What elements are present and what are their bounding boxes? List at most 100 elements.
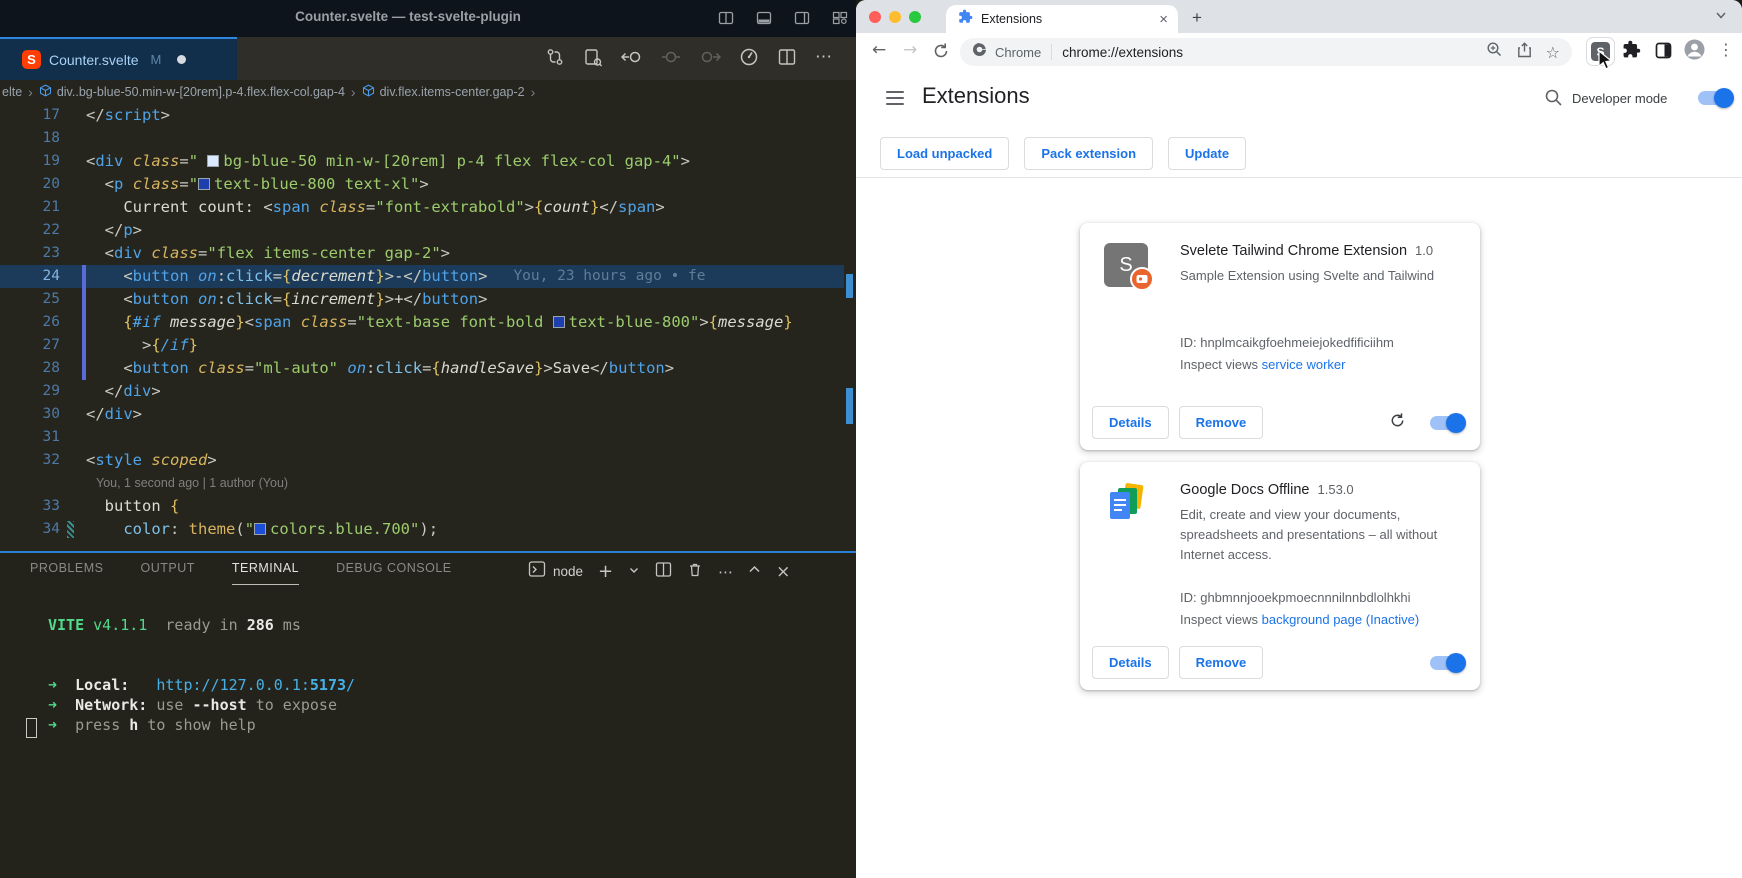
zoom-icon[interactable] (1486, 41, 1503, 63)
svelte-extension-icon: S (1104, 243, 1148, 287)
line-number: 29 (0, 380, 60, 403)
new-terminal-icon[interactable]: + (598, 561, 613, 582)
developer-mode-toggle[interactable] (1698, 91, 1732, 105)
line-number: 17 (0, 104, 60, 127)
split-editor-icon[interactable] (777, 47, 797, 67)
line-number: 25 (0, 288, 60, 311)
code-line[interactable]: 30</div> (0, 403, 844, 426)
search-icon[interactable] (1544, 88, 1563, 112)
load-unpacked-button[interactable]: Load unpacked (880, 137, 1009, 170)
layout-columns-icon[interactable] (718, 10, 734, 26)
split-terminal-icon[interactable] (655, 561, 672, 583)
chrome-menu-icon[interactable]: ⋮ (1718, 40, 1734, 59)
line-number: 27 (0, 334, 60, 357)
panel-tab-output[interactable]: OUTPUT (140, 561, 194, 585)
code-line[interactable]: 31 (0, 426, 844, 449)
open-changes-icon[interactable] (583, 47, 603, 67)
background-page-link[interactable]: background page (Inactive) (1262, 612, 1420, 627)
remove-button[interactable]: Remove (1179, 406, 1264, 439)
shell-label[interactable]: node (553, 564, 583, 579)
code-line[interactable]: 20 <p class="text-blue-800 text-xl"> (0, 173, 844, 196)
update-button[interactable]: Update (1168, 137, 1246, 170)
code-line[interactable]: 27 >{/if} (0, 334, 844, 357)
extensions-puzzle-icon[interactable] (1622, 40, 1641, 64)
close-panel-icon[interactable]: × (776, 562, 790, 582)
code-line[interactable]: 19<div class=" bg-blue-50 min-w-[20rem] … (0, 150, 844, 173)
back-icon[interactable]: ← (872, 40, 886, 60)
reload-extension-icon[interactable] (1389, 412, 1406, 434)
layout-sidebar-right-icon[interactable] (794, 10, 810, 26)
tab-counter-svelte[interactable]: S Counter.svelte M (0, 37, 237, 80)
new-tab-button[interactable]: + (1192, 8, 1202, 28)
breadcrumb[interactable]: elte › div..bg-blue-50.min-w-[20rem].p-4.f… (0, 80, 856, 104)
extension-enabled-toggle[interactable] (1430, 416, 1464, 430)
close-window-button[interactable] (869, 11, 881, 23)
breadcrumb-separator: › (28, 84, 33, 100)
pack-extension-button[interactable]: Pack extension (1024, 137, 1153, 170)
code-line[interactable]: 23 <div class="flex items-center gap-2"> (0, 242, 844, 265)
details-button[interactable]: Details (1092, 646, 1169, 679)
terminal-line: ➜ Network: use --host to expose (48, 695, 856, 715)
code-line[interactable]: 25 <button on:click={increment}>+</butto… (0, 288, 844, 311)
tab-close-icon[interactable]: × (1159, 12, 1168, 27)
kill-terminal-icon[interactable] (687, 561, 703, 583)
page-title: Extensions (922, 83, 1030, 109)
git-compare-icon[interactable] (545, 47, 565, 67)
terminal-dropdown-icon[interactable] (628, 563, 640, 581)
code-line[interactable]: 18 (0, 127, 844, 150)
profile-avatar[interactable] (1684, 39, 1705, 65)
code-line[interactable]: 32<style scoped> (0, 449, 844, 472)
bookmark-star-icon[interactable]: ☆ (1546, 43, 1560, 62)
code-line[interactable]: 29 </div> (0, 380, 844, 403)
previous-change-icon[interactable] (621, 47, 643, 67)
side-panel-icon[interactable] (1655, 42, 1672, 64)
menu-hamburger-icon[interactable] (886, 91, 904, 105)
run-timer-icon[interactable] (739, 47, 759, 67)
tab-dirty-dot[interactable] (177, 55, 186, 64)
breadcrumb-item[interactable]: div.flex.items-center.gap-2 (362, 84, 525, 100)
remove-button[interactable]: Remove (1179, 646, 1264, 679)
breadcrumb-item[interactable]: elte (2, 85, 22, 99)
panel-more-icon[interactable]: ⋯ (718, 563, 733, 581)
zoom-window-button[interactable] (909, 11, 921, 23)
minimize-window-button[interactable] (889, 11, 901, 23)
tab-search-chevron-icon[interactable] (1714, 8, 1728, 27)
panel-tab-debug-console[interactable]: DEBUG CONSOLE (336, 561, 452, 585)
code-line[interactable]: 24 <button on:click={decrement}>-</butto… (0, 265, 844, 288)
code-line[interactable]: 26 {#if message}<span class="text-base f… (0, 311, 844, 334)
terminal-output[interactable]: VITE v4.1.1 ready in 286 ms➜ Local: http… (0, 615, 856, 735)
terminal-line: ➜ Local: http://127.0.0.1:5173/ (48, 675, 856, 695)
overview-ruler[interactable] (844, 104, 856, 551)
customize-layout-icon[interactable] (832, 10, 848, 26)
code-line[interactable]: 21 Current count: <span class="font-extr… (0, 196, 844, 219)
panel-tab-problems[interactable]: PROBLEMS (30, 561, 103, 585)
code-line[interactable]: 34 color: theme("colors.blue.700"); (0, 518, 844, 541)
tab-extensions[interactable]: Extensions × (946, 5, 1178, 33)
url-text[interactable]: chrome://extensions (1062, 45, 1183, 60)
editor-more-actions-icon[interactable]: ⋯ (815, 52, 832, 62)
address-bar[interactable]: Chrome chrome://extensions ☆ (960, 38, 1572, 66)
code-line[interactable]: 33 button { (0, 495, 844, 518)
code-line[interactable]: 22 </p> (0, 219, 844, 242)
share-icon[interactable] (1517, 42, 1532, 63)
extension-enabled-toggle[interactable] (1430, 656, 1464, 670)
maximize-panel-icon[interactable] (748, 563, 761, 581)
git-codelens[interactable]: You, 1 second ago | 1 author (You) (0, 472, 844, 495)
terminal-line (48, 655, 856, 675)
extension-card-gdocs: Google Docs Offline1.53.0 Edit, create a… (1080, 462, 1480, 690)
reload-icon[interactable] (932, 42, 950, 65)
panel-tab-terminal[interactable]: TERMINAL (232, 561, 299, 585)
code-editor[interactable]: 17</script>1819<div class=" bg-blue-50 m… (0, 104, 844, 551)
details-button[interactable]: Details (1092, 406, 1169, 439)
chrome-tabstrip: Extensions × + (856, 0, 1742, 33)
symbol-cube-icon (362, 84, 375, 100)
layout-panel-icon[interactable] (756, 10, 772, 26)
line-number: 32 (0, 449, 60, 472)
code-line[interactable]: 28 <button class="ml-auto" on:click={han… (0, 357, 844, 380)
code-line[interactable]: 17</script> (0, 104, 844, 127)
tab-filename: Counter.svelte (49, 52, 139, 68)
breadcrumb-item[interactable]: div..bg-blue-50.min-w-[20rem].p-4.flex.f… (39, 84, 345, 100)
vscode-titlebar: Counter.svelte — test-svelte-plugin (0, 0, 856, 37)
service-worker-link[interactable]: service worker (1262, 357, 1346, 372)
site-label: Chrome (995, 45, 1041, 60)
